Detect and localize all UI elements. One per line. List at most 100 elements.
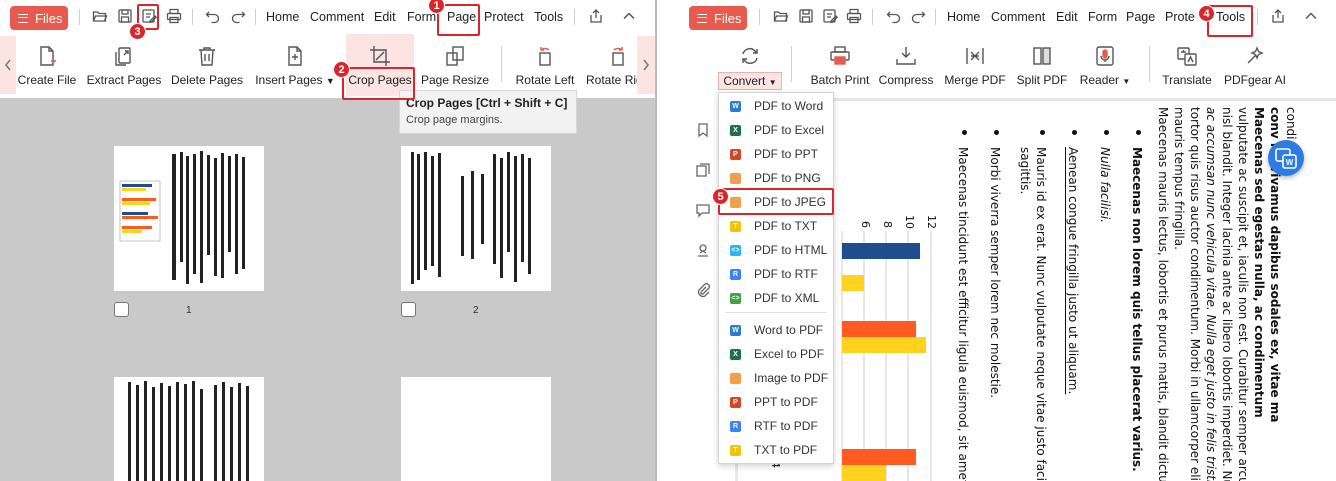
translate-button[interactable]: Translate [1159,36,1215,98]
ai-assistant-fab[interactable]: W [1268,140,1304,176]
pane-divider [655,0,679,481]
bookmark-icon[interactable] [695,122,711,138]
save-icon[interactable] [798,8,814,24]
thumbnails-icon[interactable] [695,162,711,178]
highlight-pdf-to-jpeg [718,188,834,215]
left-menu-tools[interactable]: Tools [534,10,563,24]
convert-menu-item-pdf-to-png[interactable]: PDF to PNG [719,167,833,189]
bullet [1104,130,1109,135]
right-side-panel [679,98,719,481]
right-files-button[interactable]: Files [689,6,747,30]
page-1-checkbox[interactable] [114,302,129,317]
merge-pdf-button[interactable]: Merge PDF [942,36,1008,98]
signature-icon[interactable] [695,242,711,258]
pdfgear-ai-button[interactable]: PDFgear AI [1219,36,1291,98]
ribbon-scroll-left[interactable] [0,36,16,94]
convert-menu-item-label: RTF to PDF [754,419,818,433]
open-folder-icon[interactable] [773,8,789,24]
left-files-button[interactable]: Files [10,6,68,30]
ribbon-scroll-right[interactable] [637,36,655,94]
insert-pages-button[interactable]: Insert Pages ▼ [255,36,335,98]
split-pdf-button[interactable]: Split PDF [1014,36,1070,98]
batch-print-label: Batch Print [810,73,870,87]
right-menu-edit[interactable]: Edit [1056,10,1078,24]
convert-menu-item-pdf-to-txt[interactable]: T PDF to TXT [719,215,833,237]
redo-icon[interactable] [230,8,246,24]
print-icon[interactable] [166,8,182,24]
redo-icon[interactable] [910,8,926,24]
right-menu-comment[interactable]: Comment [991,10,1045,24]
open-folder-icon[interactable] [92,8,108,24]
right-menu-protect[interactable]: Prote [1165,10,1195,24]
reader-button[interactable]: Reader ▼ [1077,36,1133,98]
left-menu-home[interactable]: Home [266,10,299,24]
doc-line: ac accumsan nunc vehicula vitae. Nulla e… [1204,107,1218,481]
convert-button[interactable]: Convert ▼ [715,36,785,98]
attachment-icon[interactable] [695,282,711,298]
convert-menu-item-label: PDF to TXT [754,219,818,233]
convert-menu-item-pdf-to-html[interactable]: <> PDF to HTML [719,239,833,261]
comment-icon[interactable] [695,202,711,218]
convert-menu-item-label: PDF to RTF [754,267,818,281]
convert-menu-item-rtf-to-pdf[interactable]: R RTF to PDF [719,415,833,437]
convert-menu-item-txt-to-pdf[interactable]: T TXT to PDF [719,439,833,461]
hamburger-icon [697,13,707,23]
convert-menu-item-pdf-to-xml[interactable]: <> PDF to XML [719,287,833,309]
extract-pages-label: Extract Pages [86,73,162,87]
collapse-chevron-icon[interactable] [1303,8,1319,24]
compress-button[interactable]: Compress [877,36,935,98]
convert-menu-item-pdf-to-ppt[interactable]: P PDF to PPT [719,143,833,165]
extract-pages-button[interactable]: Extract Pages [86,36,162,98]
convert-menu-item-excel-to-pdf[interactable]: X Excel to PDF [719,343,833,365]
page-resize-button[interactable]: Page Resize [420,36,490,98]
page-2-checkbox[interactable] [401,302,416,317]
file-type-icon: T [730,444,741,456]
rotate-left-icon [533,44,557,68]
share-icon[interactable] [588,8,604,24]
collapse-chevron-icon[interactable] [621,8,637,24]
rotate-left-label: Rotate Left [515,73,575,87]
file-type-icon: R [730,420,741,432]
right-menu-page[interactable]: Page [1126,10,1155,24]
page-thumbnail-3[interactable] [114,377,264,481]
left-menu-protect[interactable]: Protect [484,10,524,24]
convert-menu-item-pdf-to-word[interactable]: W PDF to Word [719,95,833,117]
convert-menu-item-label: PDF to PNG [754,171,821,185]
save-icon[interactable] [117,8,133,24]
convert-menu-item-image-to-pdf[interactable]: Image to PDF [719,367,833,389]
left-menu-edit[interactable]: Edit [374,10,396,24]
save-as-icon[interactable] [822,8,838,24]
create-file-label: Create File [17,73,77,87]
delete-pages-button[interactable]: Delete Pages [170,36,244,98]
file-type-icon: P [730,148,741,160]
file-type-icon: X [730,124,741,136]
chart-tick-12: 12 [925,215,938,229]
undo-icon[interactable] [205,8,221,24]
share-icon[interactable] [1270,8,1286,24]
undo-icon[interactable] [886,8,902,24]
page-thumbnail-2[interactable] [401,146,551,291]
left-app-window: Files Home Comment Edit Form Page Protec… [0,0,655,481]
convert-menu-item-pdf-to-rtf[interactable]: R PDF to RTF [719,263,833,285]
convert-menu-item-label: Word to PDF [754,323,824,337]
chart-tick-6: 6 [859,221,872,228]
page-thumbnail-4[interactable] [401,377,551,481]
left-menu-comment[interactable]: Comment [310,10,364,24]
bullet [962,130,967,135]
page-thumbnail-1[interactable] [114,146,264,291]
new-file-icon [35,44,59,68]
doc-bullet-2: Nulla facilisi. [1098,147,1112,223]
file-type-icon [730,372,741,384]
rotate-left-button[interactable]: Rotate Left [512,36,578,98]
convert-menu-item-word-to-pdf[interactable]: W Word to PDF [719,319,833,341]
print-icon[interactable] [846,8,862,24]
right-menu-home[interactable]: Home [947,10,980,24]
convert-menu-item-ppt-to-pdf[interactable]: P PPT to PDF [719,391,833,413]
right-menu-form[interactable]: Form [1088,10,1117,24]
chevron-right-icon [643,59,649,71]
create-file-button[interactable]: Create File [18,36,76,98]
convert-menu-item-pdf-to-excel[interactable]: X PDF to Excel [719,119,833,141]
split-icon [1030,44,1054,68]
insert-page-icon [283,44,307,68]
batch-print-button[interactable]: Batch Print [805,36,875,98]
